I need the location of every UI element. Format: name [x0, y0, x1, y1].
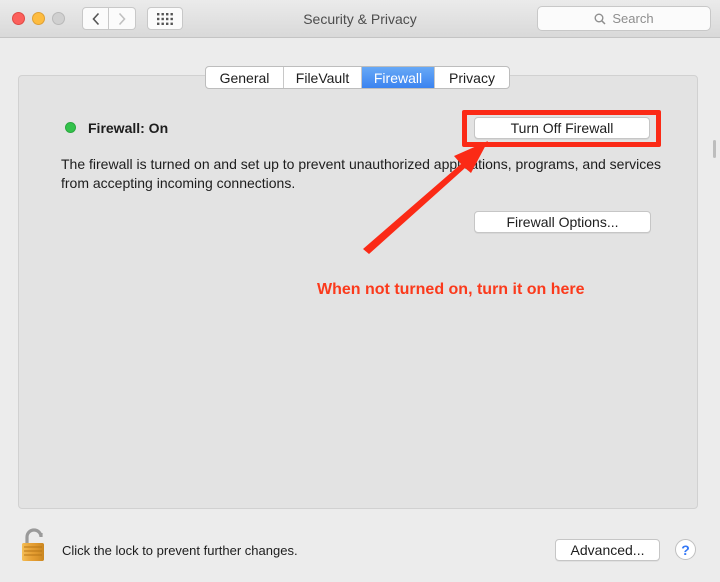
lock-icon[interactable]: [17, 526, 53, 564]
firewall-description: The firewall is turned on and set up to …: [61, 156, 662, 191]
advanced-button[interactable]: Advanced...: [555, 539, 660, 561]
search-placeholder: Search: [612, 11, 654, 26]
search-icon: [594, 13, 606, 25]
firewall-options-button[interactable]: Firewall Options...: [474, 211, 651, 233]
firewall-status-indicator: [65, 122, 76, 133]
tab-privacy[interactable]: Privacy: [435, 67, 509, 88]
tab-filevault[interactable]: FileVault: [284, 67, 362, 88]
tab-firewall[interactable]: Firewall: [362, 67, 435, 88]
help-button[interactable]: ?: [675, 539, 696, 560]
annotation-text: When not turned on, turn it on here: [317, 281, 585, 298]
search-field[interactable]: Search: [537, 6, 711, 31]
tab-bar: General FileVault Firewall Privacy: [205, 66, 510, 89]
tab-general[interactable]: General: [206, 67, 284, 88]
security-privacy-window: Security & Privacy Search General FileVa…: [0, 0, 720, 582]
title-bar: Security & Privacy Search: [0, 0, 720, 38]
firewall-status-label: Firewall: On: [88, 120, 169, 136]
scrollbar[interactable]: [713, 140, 716, 158]
annotation-highlight-box: [462, 110, 661, 147]
lock-instruction: Click the lock to prevent further change…: [62, 543, 298, 558]
